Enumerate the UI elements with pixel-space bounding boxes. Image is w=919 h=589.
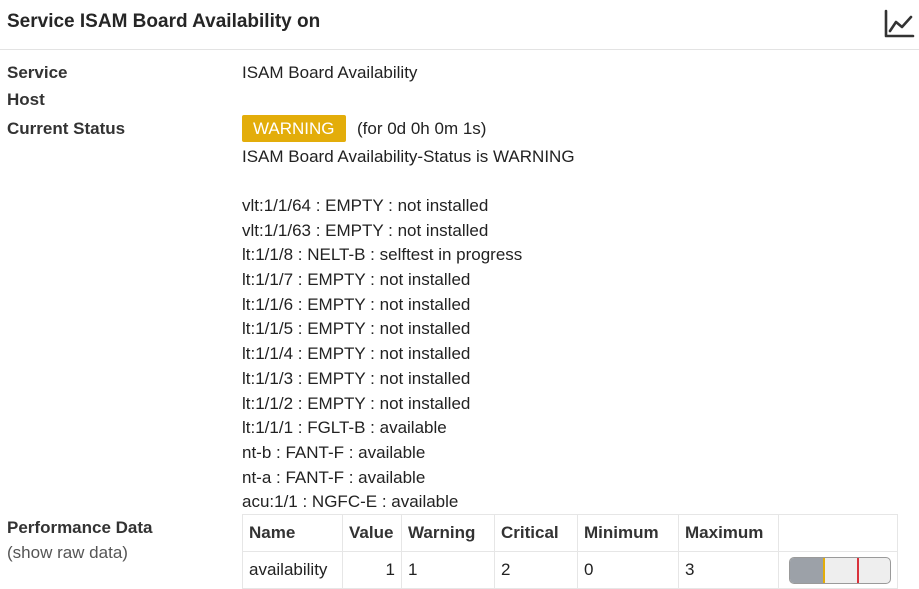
output-line: nt-a : FANT-F : available [242, 467, 426, 487]
output-line: nt-b : FANT-F : available [242, 442, 426, 462]
service-value: ISAM Board Availability [242, 63, 418, 82]
output-line: lt:1/1/7 : EMPTY : not installed [242, 270, 471, 290]
output-line: lt:1/1/1 : FGLT-B : available [242, 418, 447, 438]
performance-data-label: Performance Data [7, 518, 153, 537]
status-duration: (for 0d 0h 0m 1s) [357, 119, 487, 138]
output-line: lt:1/1/5 : EMPTY : not installed [242, 319, 471, 339]
table-row: availability 1 1 2 0 3 [242, 551, 898, 589]
page-header: Service ISAM Board Availability on [0, 0, 919, 50]
gauge-fill [790, 557, 825, 583]
status-badge: WARNING [242, 115, 346, 142]
status-output-list: vlt:1/1/64 : EMPTY : not installed vlt:1… [242, 194, 522, 515]
perf-minimum-cell: 0 [577, 551, 679, 589]
line-chart-icon[interactable] [883, 9, 915, 39]
column-header-maximum: Maximum [678, 514, 779, 552]
status-summary: ISAM Board Availability-Status is WARNIN… [242, 147, 575, 166]
column-header-warning: Warning [401, 514, 495, 552]
perf-gauge-cell [778, 551, 898, 589]
perf-gauge-bar [789, 556, 891, 584]
host-label: Host [7, 90, 45, 109]
page-title: Service ISAM Board Availability on [7, 11, 321, 32]
column-header-critical: Critical [494, 514, 578, 552]
perf-value-cell: 1 [342, 551, 402, 589]
column-header-value: Value [342, 514, 402, 552]
column-header-minimum: Minimum [577, 514, 679, 552]
perf-maximum-cell: 3 [678, 551, 779, 589]
gauge-warning-marker [823, 557, 826, 583]
perf-critical-cell: 2 [494, 551, 578, 589]
perf-name-cell: availability [242, 551, 343, 589]
perf-warning-cell: 1 [401, 551, 495, 589]
perfdata-table: Name Value Warning Critical Minimum Maxi… [242, 514, 898, 589]
perfdata-header-row: Name Value Warning Critical Minimum Maxi… [242, 514, 898, 552]
output-line: lt:1/1/6 : EMPTY : not installed [242, 294, 471, 314]
current-status-label: Current Status [7, 119, 126, 138]
service-label: Service [7, 63, 68, 82]
output-line: vlt:1/1/64 : EMPTY : not installed [242, 196, 489, 215]
output-line: lt:1/1/4 : EMPTY : not installed [242, 344, 471, 364]
column-header-name: Name [242, 514, 343, 552]
output-line: lt:1/1/3 : EMPTY : not installed [242, 368, 471, 388]
output-line: vlt:1/1/63 : EMPTY : not installed [242, 220, 489, 240]
output-line: acu:1/1 : NGFC-E : available [242, 492, 459, 512]
gauge-critical-marker [856, 557, 859, 583]
output-line: lt:1/1/2 : EMPTY : not installed [242, 393, 471, 413]
column-header-gauge [778, 514, 898, 552]
show-raw-data-link[interactable]: (show raw data) [7, 543, 128, 563]
output-line: lt:1/1/8 : NELT-B : selftest in progress [242, 245, 523, 265]
